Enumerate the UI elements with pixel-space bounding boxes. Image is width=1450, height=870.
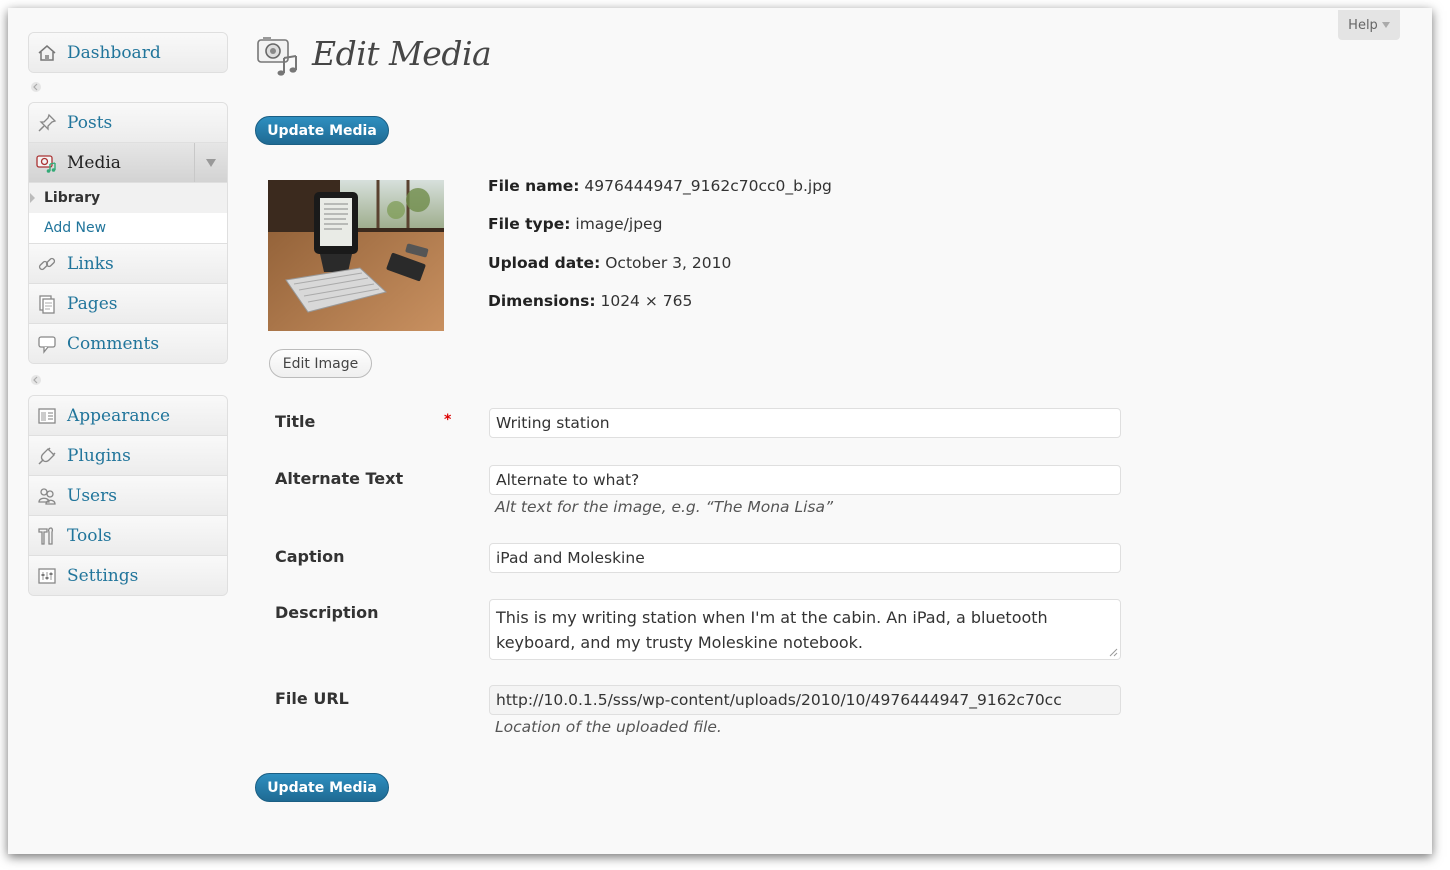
menu-item-links[interactable]: Links	[29, 244, 227, 284]
description-value: This is my writing station when I'm at t…	[496, 608, 1048, 652]
caption-input[interactable]: iPad and Moleskine	[489, 543, 1121, 573]
title-input[interactable]: Writing station	[489, 408, 1121, 438]
menu-item-tools[interactable]: Tools	[29, 516, 227, 556]
menu-label-settings: Settings	[67, 565, 139, 586]
edit-image-button[interactable]: Edit Image	[269, 349, 372, 378]
admin-menu-settings-group: Appearance Plugins Users Tools Settings	[28, 395, 228, 596]
menu-item-media[interactable]: Media	[29, 143, 227, 183]
menu-item-posts[interactable]: Posts	[29, 103, 227, 143]
menu-label-appearance: Appearance	[67, 405, 171, 426]
collapse-separator-icon[interactable]	[30, 81, 42, 93]
upload-date-value: October 3, 2010	[605, 254, 732, 272]
settings-icon	[36, 565, 58, 587]
menu-label-posts: Posts	[67, 112, 113, 133]
menu-label-pages: Pages	[67, 293, 118, 314]
page-title: Edit Media	[312, 34, 492, 73]
file-name-value: 4976444947_9162c70cc0_b.jpg	[584, 177, 832, 195]
chain-icon	[36, 253, 58, 275]
required-marker: *	[444, 412, 452, 428]
plug-icon	[36, 445, 58, 467]
help-tab-button[interactable]: Help	[1338, 10, 1400, 40]
description-label: Description	[275, 603, 379, 622]
menu-item-dashboard[interactable]: Dashboard	[29, 33, 227, 72]
help-label: Help	[1348, 17, 1378, 33]
submenu-toggle-arrow[interactable]	[194, 143, 227, 182]
tools-icon	[36, 525, 58, 547]
description-textarea[interactable]: This is my writing station when I'm at t…	[489, 599, 1121, 660]
collapse-separator-icon[interactable]	[30, 374, 42, 386]
chevron-down-icon	[1381, 22, 1390, 28]
upload-date-label: Upload date:	[488, 254, 601, 272]
menu-label-dashboard: Dashboard	[67, 42, 161, 63]
media-thumbnail	[268, 180, 444, 331]
update-media-button-top[interactable]: Update Media	[255, 116, 389, 145]
submenu-item-add-new[interactable]: Add New	[29, 213, 227, 243]
file-name-info: File name: 4976444947_9162c70cc0_b.jpg	[488, 177, 832, 195]
layout-icon	[36, 405, 58, 427]
chevron-down-icon	[206, 158, 216, 167]
pages-icon	[36, 293, 58, 315]
alt-text-help: Alt text for the image, e.g. “The Mona L…	[495, 498, 834, 516]
dimensions-value: 1024 × 765	[600, 292, 693, 310]
submenu-item-library[interactable]: Library	[29, 183, 227, 213]
file-type-value: image/jpeg	[575, 215, 663, 233]
wp-admin-window: Dashboard Posts Media Library Add New Li…	[8, 8, 1432, 854]
menu-item-pages[interactable]: Pages	[29, 284, 227, 324]
menu-item-users[interactable]: Users	[29, 476, 227, 516]
update-media-button-bottom[interactable]: Update Media	[255, 773, 389, 802]
caption-label: Caption	[275, 547, 345, 566]
alt-text-label: Alternate Text	[275, 469, 404, 488]
media-page-icon	[257, 37, 297, 76]
menu-label-media: Media	[67, 152, 121, 173]
upload-date-info: Upload date: October 3, 2010	[488, 254, 731, 272]
menu-item-appearance[interactable]: Appearance	[29, 396, 227, 436]
media-submenu: Library Add New	[29, 183, 227, 244]
camera-music-icon	[36, 152, 58, 174]
admin-menu-content-group: Posts Media Library Add New Links Pages …	[28, 102, 228, 364]
pushpin-icon	[36, 112, 58, 134]
dimensions-info: Dimensions: 1024 × 765	[488, 292, 692, 310]
house-icon	[36, 42, 58, 64]
menu-label-tools: Tools	[67, 525, 112, 546]
users-icon	[36, 485, 58, 507]
file-url-input[interactable]: http://10.0.1.5/sss/wp-content/uploads/2…	[489, 685, 1121, 715]
speech-bubble-icon	[36, 333, 58, 355]
file-url-label: File URL	[275, 689, 349, 708]
menu-item-settings[interactable]: Settings	[29, 556, 227, 595]
file-type-label: File type:	[488, 215, 571, 233]
alt-text-input[interactable]: Alternate to what?	[489, 465, 1121, 495]
menu-label-links: Links	[67, 253, 114, 274]
resize-handle-icon[interactable]	[1109, 648, 1118, 657]
menu-item-plugins[interactable]: Plugins	[29, 436, 227, 476]
file-url-help: Location of the uploaded file.	[495, 718, 722, 736]
dimensions-label: Dimensions:	[488, 292, 596, 310]
file-name-label: File name:	[488, 177, 580, 195]
file-type-info: File type: image/jpeg	[488, 215, 662, 233]
menu-label-users: Users	[67, 485, 117, 506]
title-label: Title	[275, 412, 316, 431]
menu-label-comments: Comments	[67, 333, 160, 354]
menu-item-comments[interactable]: Comments	[29, 324, 227, 363]
menu-label-plugins: Plugins	[67, 445, 131, 466]
admin-menu-dashboard-group: Dashboard	[28, 32, 228, 73]
